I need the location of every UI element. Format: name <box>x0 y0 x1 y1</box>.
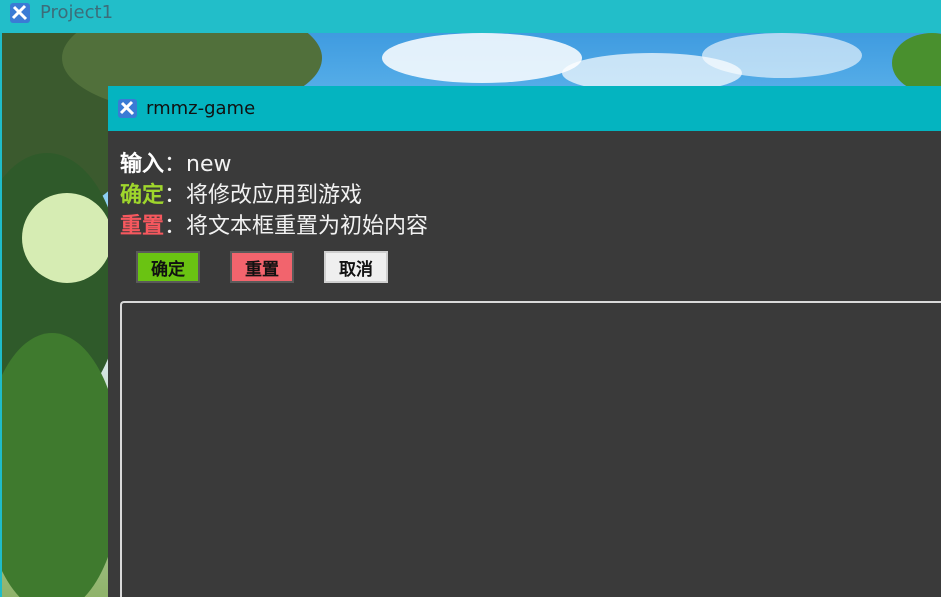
confirm-button[interactable]: 确定 <box>136 251 200 283</box>
confirm-line: 确定：将修改应用到游戏 <box>120 177 362 209</box>
input-line: 输入：new <box>120 146 232 178</box>
input-sep: ： <box>164 152 187 177</box>
outer-titlebar: Project1 <box>0 0 941 33</box>
text-editor[interactable] <box>120 301 941 597</box>
reset-description: 将文本框重置为初始内容 <box>186 214 429 239</box>
input-label: 输入 <box>120 152 165 177</box>
confirm-description: 将修改应用到游戏 <box>186 183 363 208</box>
dialog-window: rmmz-game 输入：new 确定：将修改应用到游戏 重置：将文本框重置为初… <box>108 86 941 597</box>
dialog-titlebar: rmmz-game <box>108 86 941 131</box>
outer-window-title: Project1 <box>40 2 114 23</box>
rpg-maker-icon <box>10 3 30 23</box>
reset-sep: ： <box>164 214 187 239</box>
dialog-title: rmmz-game <box>146 98 256 119</box>
confirm-label: 确定 <box>120 183 165 208</box>
cancel-button[interactable]: 取消 <box>324 251 388 283</box>
reset-button[interactable]: 重置 <box>230 251 294 283</box>
rpg-maker-icon <box>118 99 137 118</box>
confirm-sep: ： <box>164 183 187 208</box>
reset-line: 重置：将文本框重置为初始内容 <box>120 208 428 240</box>
input-value: new <box>186 152 232 177</box>
reset-label: 重置 <box>120 214 165 239</box>
